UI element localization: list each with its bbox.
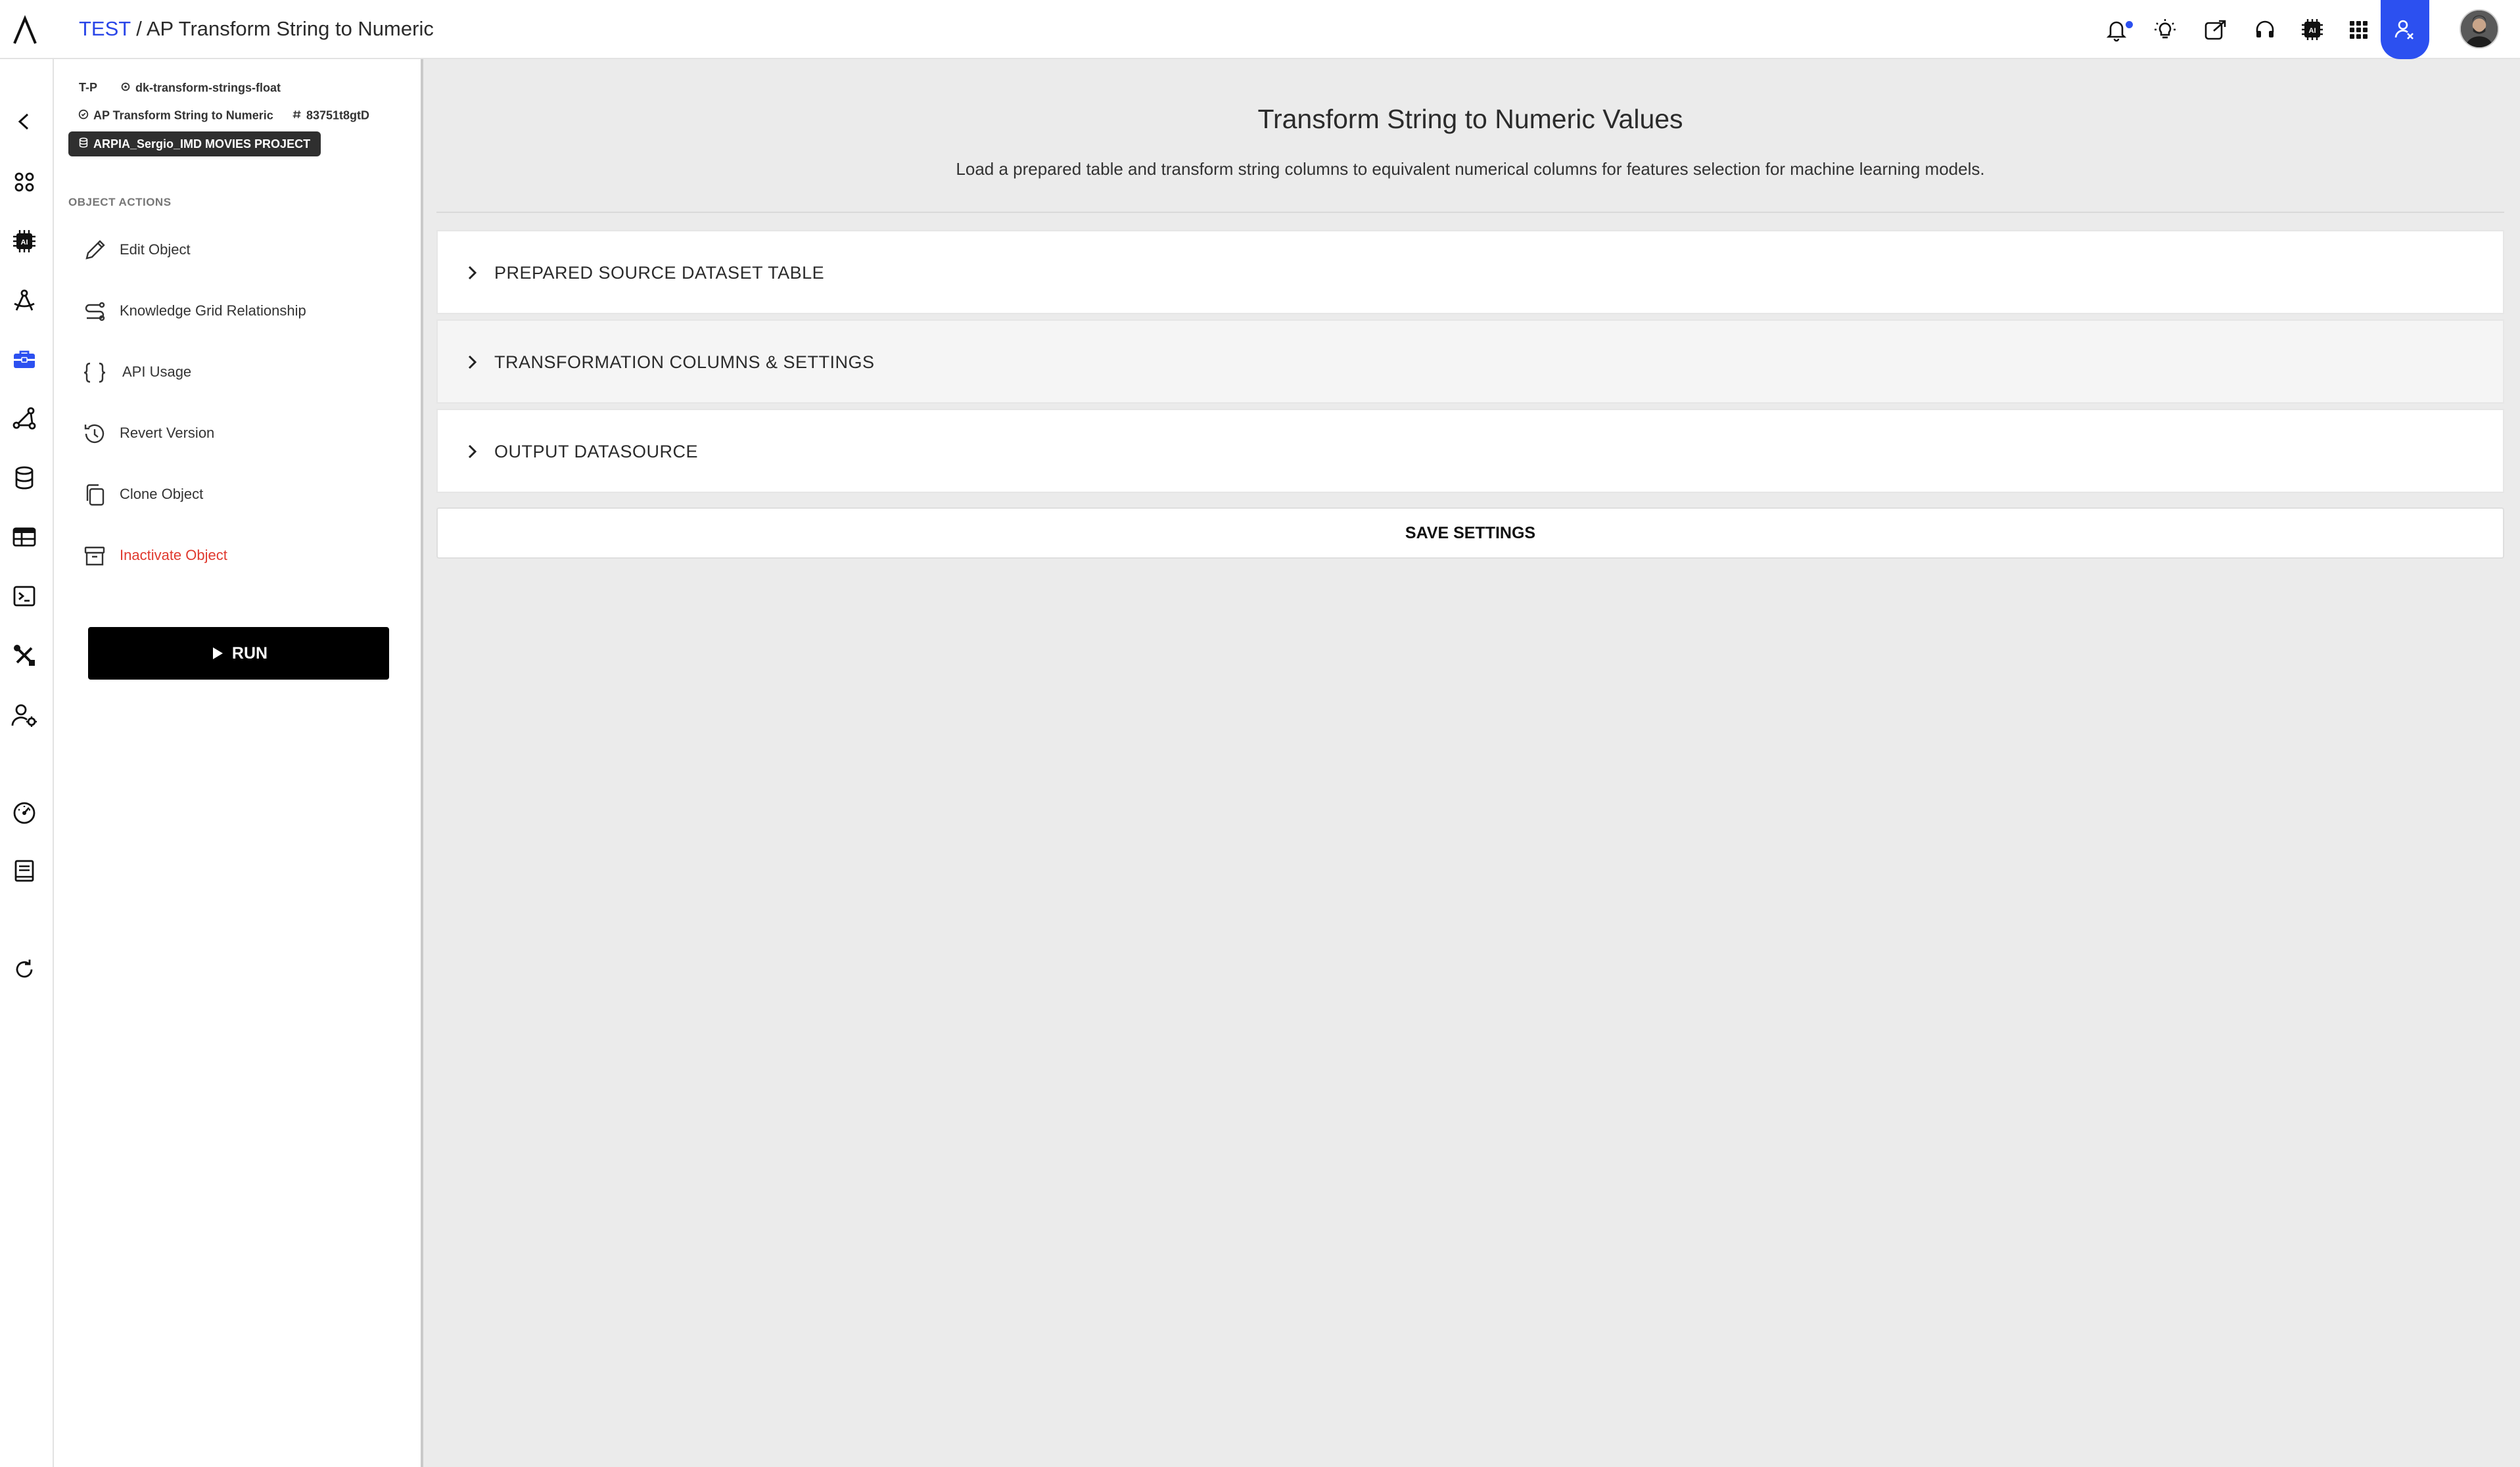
breadcrumb-current: AP Transform String to Numeric [146,17,434,40]
section-label: TRANSFORMATION COLUMNS & SETTINGS [494,352,875,372]
object-name: AP Transform String to Numeric [78,108,273,124]
object-id-text: 83751t8gtD [306,108,370,122]
tools-compass-icon[interactable] [9,285,39,315]
app-logo-icon[interactable] [9,14,41,46]
page-title: Transform String to Numeric Values [1257,104,1683,134]
project-name: ARPIA_Sergio_IMD MOVIES PROJECT [93,137,311,151]
play-icon [212,647,223,659]
bell-icon[interactable] [2102,15,2131,44]
knowledge-grid-relationship-action[interactable]: Knowledge Grid Relationship [80,288,396,334]
object-panel: T-P dk-transform-strings-float AP Transf… [54,59,423,1467]
edit-object-action[interactable]: Edit Object [80,227,396,273]
graph-nodes-icon[interactable] [9,404,39,434]
object-actions-heading: OBJECT ACTIONS [68,196,172,208]
action-label: Revert Version [120,425,215,441]
section-label: OUTPUT DATASOURCE [494,442,699,461]
database-icon[interactable] [9,463,39,493]
breadcrumb-separator: / [130,17,147,40]
braces-icon [80,358,109,387]
chevron-right-icon [461,262,484,284]
pencil-icon [80,236,109,265]
user-settings-icon[interactable] [9,701,39,731]
section-label: PREPARED SOURCE DATASET TABLE [494,263,825,283]
object-slug-text: dk-transform-strings-float [135,81,281,95]
user-assist-button[interactable] [2381,0,2429,59]
clone-object-action[interactable]: Clone Object [80,471,396,517]
gauge-icon[interactable] [9,798,39,828]
top-bar: TEST / AP Transform String to Numeric AI [0,0,2520,59]
lightbulb-icon[interactable] [2151,15,2180,44]
apps-grid-icon[interactable] [2344,15,2373,44]
page-description: Load a prepared table and transform stri… [956,159,1985,179]
prepared-source-dataset-section[interactable]: PREPARED SOURCE DATASET TABLE [436,230,2504,314]
back-arrow-icon[interactable] [9,106,39,137]
main-content: Transform String to Numeric Values Load … [436,59,2504,1467]
terminal-icon[interactable] [9,581,39,611]
gear-icon [120,81,131,96]
revert-version-action[interactable]: Revert Version [80,410,396,456]
dashboard-icon[interactable] [9,167,39,197]
run-label: RUN [231,643,268,663]
toolbox-icon[interactable] [9,344,39,375]
svg-text:AI: AI [2309,27,2316,35]
chevron-right-icon [461,351,484,373]
book-icon[interactable] [9,856,39,886]
object-name-text: AP Transform String to Numeric [93,108,273,122]
output-datasource-section[interactable]: OUTPUT DATASOURCE [436,409,2504,493]
action-label: Inactivate Object [120,547,227,563]
project-badge[interactable]: ARPIA_Sergio_IMD MOVIES PROJECT [68,131,321,156]
divider [436,212,2504,213]
action-label: Clone Object [120,486,204,502]
object-slug: dk-transform-strings-float [120,81,281,96]
chevron-right-icon [461,440,484,463]
breadcrumb-root-link[interactable]: TEST [79,17,131,40]
refresh-icon[interactable] [9,954,39,985]
ai-chip-icon[interactable]: AI [2298,15,2327,44]
user-assist-icon [2394,20,2414,39]
avatar[interactable] [2460,9,2499,49]
share-icon[interactable] [2201,15,2229,44]
database-icon [78,132,89,157]
svg-text:AI: AI [21,239,28,246]
archive-icon [80,542,109,570]
support-headset-icon[interactable] [2251,15,2279,44]
notification-dot [2126,21,2133,28]
action-label: Edit Object [120,241,191,258]
run-button[interactable]: RUN [88,627,389,680]
object-circle-icon [78,108,89,124]
hash-icon [292,108,302,124]
object-type-tag: T-P [79,81,98,94]
ai-chip-icon[interactable]: AI [9,226,39,256]
api-usage-action[interactable]: API Usage [80,349,396,395]
route-icon [80,297,109,326]
wrench-screwdriver-icon[interactable] [9,640,39,670]
table-icon[interactable] [9,522,39,552]
copy-icon [80,480,109,509]
left-rail: AI [0,59,54,1467]
inactivate-object-action[interactable]: Inactivate Object [80,532,396,578]
transformation-columns-section[interactable]: TRANSFORMATION COLUMNS & SETTINGS [436,319,2504,404]
history-icon [80,419,109,448]
save-settings-button[interactable]: SAVE SETTINGS [436,507,2504,559]
action-label: Knowledge Grid Relationship [120,302,306,319]
object-id: 83751t8gtD [292,108,369,124]
action-label: API Usage [122,363,192,380]
breadcrumb: TEST / AP Transform String to Numeric [79,0,434,59]
